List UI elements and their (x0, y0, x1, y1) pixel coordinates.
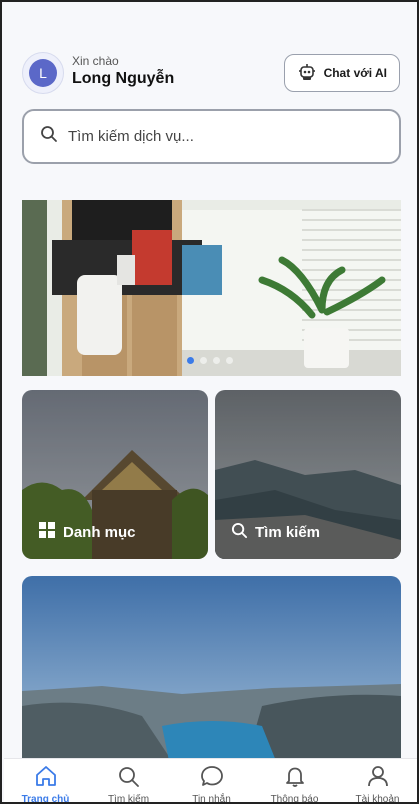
bell-icon (283, 765, 307, 792)
nav-home[interactable]: Trang chủ (6, 765, 86, 804)
grid-icon (38, 521, 56, 543)
nav-account[interactable]: Tài khoản (338, 765, 418, 804)
avatar[interactable]: L (22, 52, 64, 94)
carousel-dot[interactable] (200, 357, 207, 364)
chat-bubble-icon (200, 765, 224, 792)
nav-label: Thông báo (270, 794, 319, 804)
nav-label: Tin nhắn (192, 794, 231, 804)
search-icon (231, 522, 248, 543)
bottom-nav: Trang chủ Tìm kiếm Tin nhắn Thông báo Tà… (4, 758, 418, 804)
search-card-text: Tìm kiếm (255, 524, 321, 541)
app-screen: L Xin chào Long Nguyễn Chat với AI Tìm k… (0, 0, 419, 804)
featured-card[interactable] (22, 576, 401, 776)
search-bar[interactable] (22, 109, 401, 164)
nav-search[interactable]: Tìm kiếm (89, 765, 169, 804)
nav-label: Tìm kiếm (107, 794, 150, 804)
nav-label: Tài khoản (355, 794, 400, 804)
avatar-letter: L (29, 59, 57, 87)
user-name: Long Nguyễn (72, 70, 175, 87)
nav-messages[interactable]: Tin nhắn (172, 765, 252, 804)
nav-label: Trang chủ (21, 794, 70, 804)
fjord-photo (22, 576, 401, 776)
promo-banner[interactable] (22, 200, 401, 376)
category-card-text: Danh mục (63, 523, 136, 541)
search-card[interactable]: Tìm kiếm (215, 390, 401, 559)
search-icon (40, 125, 58, 148)
carousel-dot[interactable] (187, 357, 194, 364)
home-header: L Xin chào Long Nguyễn Chat với AI (22, 52, 402, 94)
chat-ai-label: Chat với AI (323, 66, 387, 80)
category-card-label: Danh mục (38, 521, 136, 543)
chat-ai-button[interactable]: Chat với AI (283, 54, 400, 92)
nav-notifications[interactable]: Thông báo (255, 765, 335, 804)
search-card-label: Tìm kiếm (231, 522, 320, 543)
home-icon (34, 765, 58, 792)
user-icon (366, 765, 390, 792)
carousel-dot[interactable] (226, 357, 233, 364)
carousel-dot[interactable] (213, 357, 220, 364)
robot-icon (297, 62, 317, 85)
search-input[interactable] (68, 128, 368, 145)
carousel-dots[interactable] (187, 357, 233, 364)
search-icon (117, 765, 141, 792)
greeting-text: Xin chào (72, 54, 119, 68)
cleaner-photo (22, 200, 401, 376)
category-card[interactable]: Danh mục (22, 390, 208, 559)
